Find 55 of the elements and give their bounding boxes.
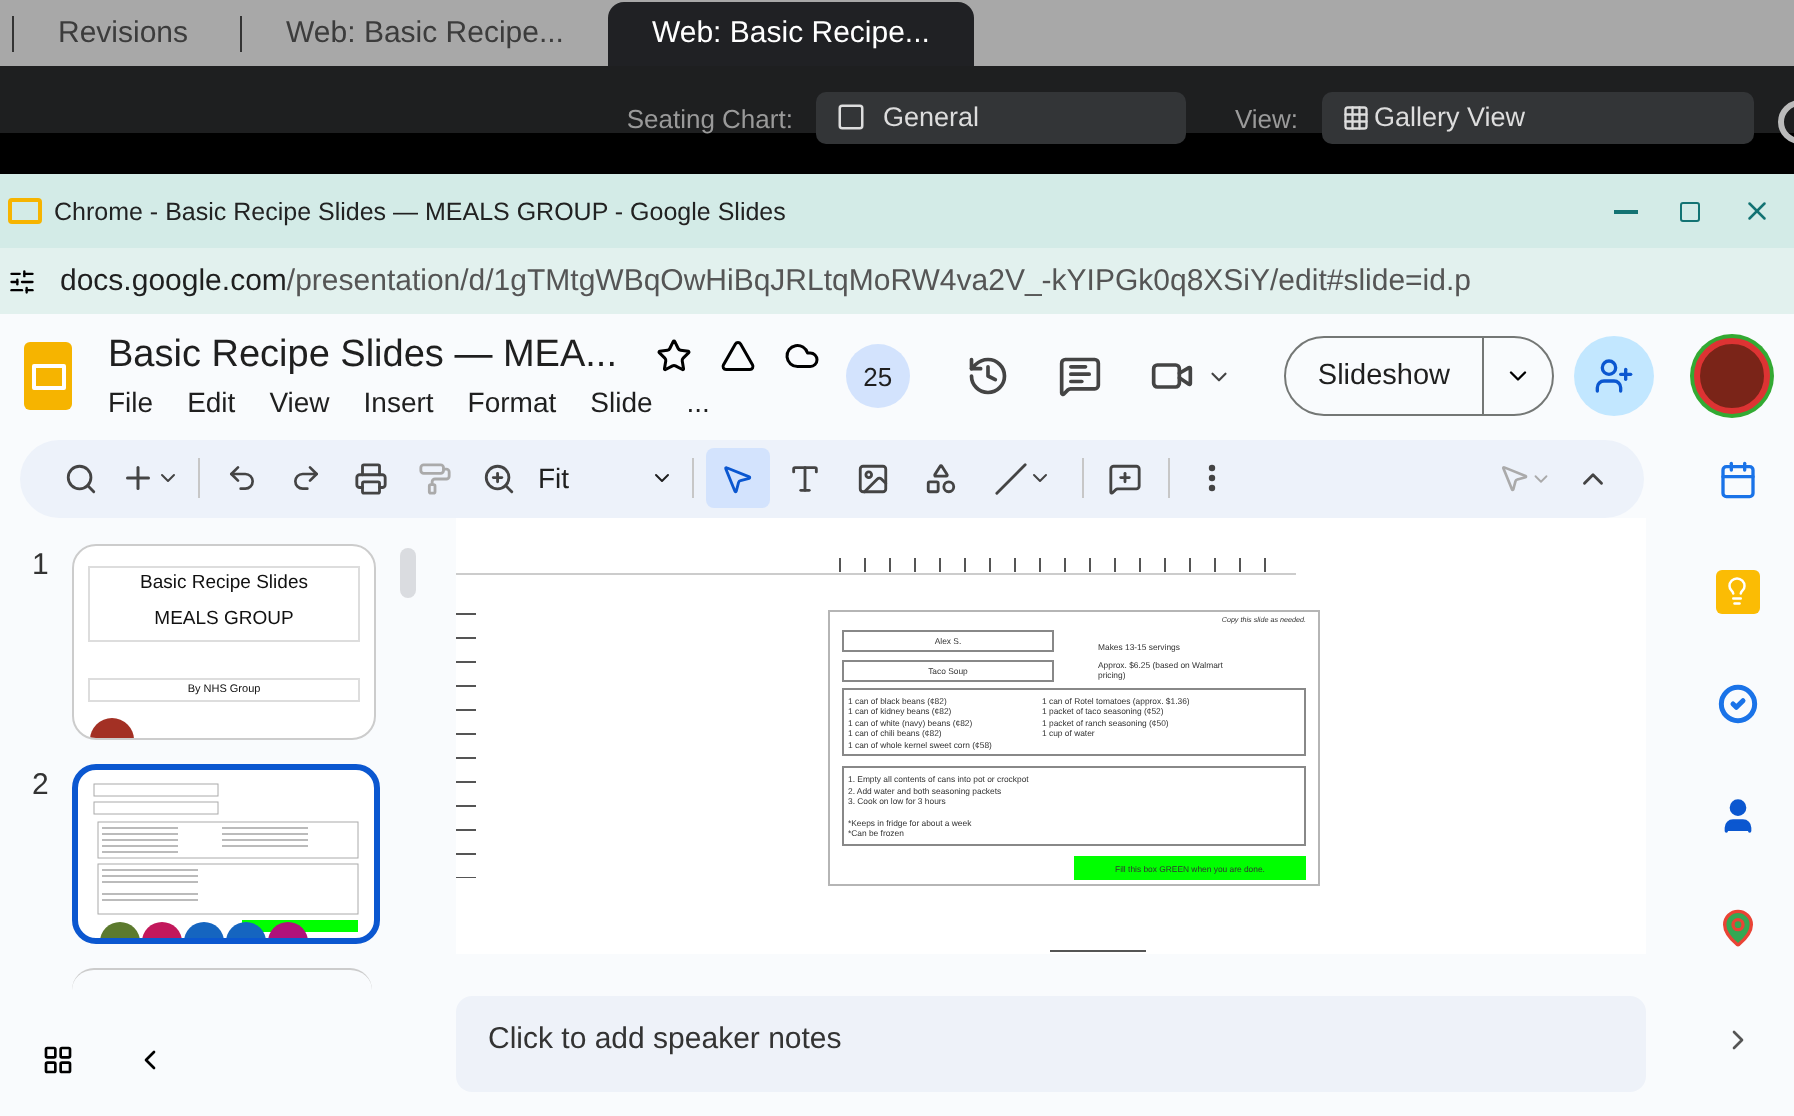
avatar[interactable] (1694, 338, 1770, 415)
text-box-icon (788, 461, 823, 496)
grid-icon (1342, 103, 1370, 132)
window-title: Chrome - Basic Recipe Slides — MEALS GROUP - Google Slides (54, 197, 788, 226)
browser-tab[interactable]: Web: Basic Recipe... (607, 1, 974, 66)
add-comment-icon (1108, 461, 1143, 496)
scrollbar-thumb[interactable] (400, 547, 416, 598)
add-person-icon (1594, 356, 1634, 397)
menu-item[interactable]: File (108, 386, 154, 419)
view-select[interactable]: Gallery View (1322, 91, 1754, 144)
document-title[interactable]: Basic Recipe Slides — MEA... (108, 334, 617, 379)
print-icon (353, 461, 387, 496)
thumbnail-subtitle: MEALS GROUP (152, 607, 296, 630)
history-icon (965, 354, 1010, 399)
more-icon (1207, 464, 1216, 493)
pointer-icon (1498, 462, 1531, 495)
zoom-select[interactable]: Fit (530, 462, 682, 495)
seating-chart-label: Seating Chart: (626, 103, 793, 134)
share-button[interactable] (1574, 336, 1654, 417)
image-icon (856, 461, 891, 496)
square-icon (836, 102, 867, 133)
scrollbar-thumb[interactable] (1050, 949, 1147, 952)
thumbnail-title: Basic Recipe Slides (138, 571, 310, 594)
pointer-icon (720, 461, 755, 496)
zoom-icon (481, 461, 515, 496)
tool-button[interactable] (705, 448, 770, 509)
view-label: View: (1234, 103, 1298, 134)
menu-item[interactable]: Format (467, 386, 557, 419)
star-icon[interactable] (656, 338, 693, 375)
slide-number: 1 (32, 545, 51, 586)
slide-number: 2 (32, 765, 51, 806)
calendar-icon[interactable] (1715, 457, 1760, 502)
menu-item[interactable]: View (269, 386, 330, 419)
comment-icon (1057, 354, 1102, 399)
window-icon (8, 198, 42, 225)
seating-chart-select[interactable]: General (816, 91, 1187, 144)
redo-icon (290, 462, 322, 495)
speaker-notes-field[interactable]: Click to add speaker notes (456, 995, 1647, 1092)
menu-item[interactable]: Insert (363, 386, 434, 419)
search-icon (63, 461, 97, 496)
browser-tab[interactable]: Revisions (12, 15, 233, 52)
shapes-icon (924, 461, 959, 496)
paint-roller-icon (417, 461, 451, 496)
site-settings-icon[interactable] (8, 267, 36, 296)
menu-item[interactable]: Slide (590, 386, 653, 419)
menu-item[interactable]: ... (686, 386, 710, 419)
undo-icon (226, 462, 258, 495)
minimize-icon (1614, 209, 1638, 214)
line-icon (994, 461, 1029, 496)
viewer-count[interactable]: 25 (845, 344, 910, 409)
slide[interactable] (828, 609, 1320, 886)
grid-view-icon[interactable] (42, 1043, 74, 1076)
check-circle-icon[interactable] (1715, 681, 1760, 726)
maximize-icon (1678, 199, 1702, 224)
menu-item[interactable]: Edit (187, 386, 236, 419)
